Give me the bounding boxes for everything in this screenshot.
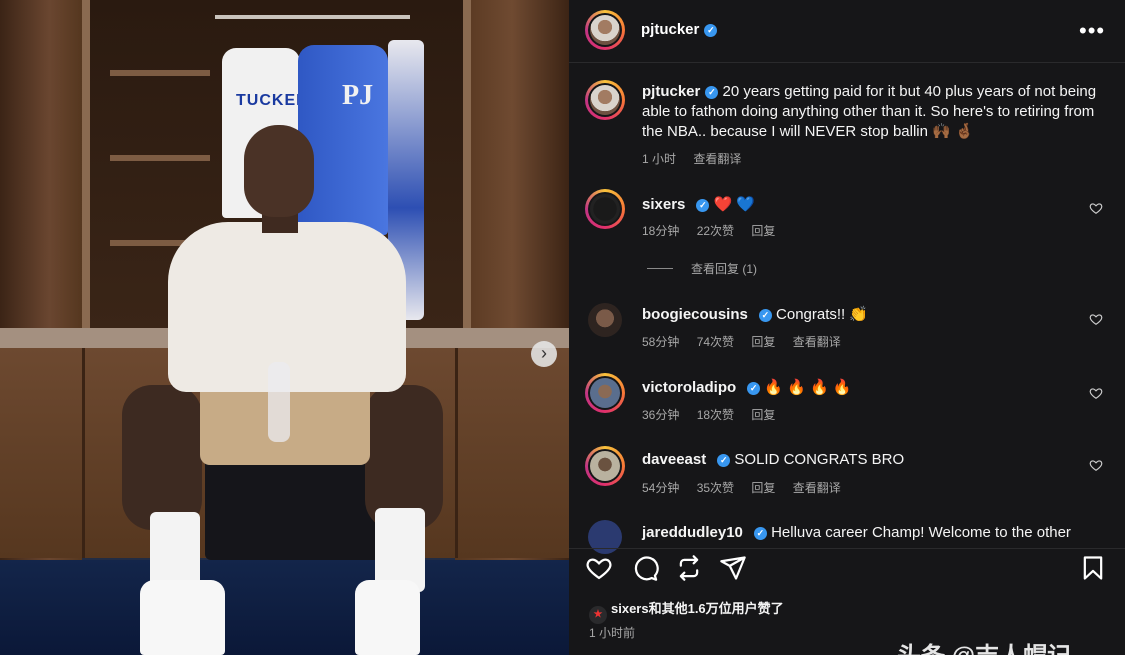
comment-victoroladipo: victoroladipo ✓ 🔥 🔥 🔥 🔥 — [642, 378, 852, 396]
comment-meta: 58分钟 74次赞 回复 查看翻译 — [642, 333, 855, 350]
caption: pjtucker ✓ 20 years getting paid for it b… — [642, 82, 1097, 142]
comment-avatar-victoroladipo[interactable] — [585, 373, 625, 413]
view-replies-link[interactable]: 查看回复 (1) — [647, 260, 757, 277]
heart-icon[interactable] — [585, 554, 613, 582]
jacket-letters: PJ — [342, 80, 374, 111]
comment-text: 🔥 🔥 🔥 🔥 — [764, 379, 852, 396]
translate-link[interactable]: 查看翻译 — [793, 481, 841, 495]
comment-daveeast: daveeast ✓ SOLID CONGRATS BRO — [642, 451, 904, 468]
comment-username[interactable]: sixers — [642, 196, 685, 213]
translate-link[interactable]: 查看翻译 — [693, 152, 741, 166]
likes-summary[interactable]: ★ sixers和其他1.6万位用户赞了 — [589, 598, 784, 624]
cabinet-seam — [455, 348, 458, 558]
verified-icon: ✓ — [696, 199, 710, 212]
share-icon[interactable] — [719, 554, 747, 582]
action-bar — [569, 548, 1125, 589]
comment-text: ❤️ 💙 — [713, 196, 756, 213]
comment-time: 36分钟 — [642, 408, 680, 422]
heart-icon[interactable] — [1089, 458, 1103, 472]
comment-text: Congrats!! 👏 — [776, 306, 869, 323]
floor — [0, 560, 569, 655]
right-shoe — [355, 580, 420, 655]
verified-icon: ✓ — [717, 454, 731, 467]
left-leg — [122, 385, 202, 530]
comment-likes[interactable]: 18次赞 — [697, 408, 734, 422]
head — [244, 125, 314, 217]
post-header: pjtucker ✓ ••• — [569, 0, 1125, 63]
chair — [205, 450, 380, 560]
sixers-mini-avatar: ★ — [589, 606, 607, 624]
post-photo: TUCKER PJ › — [0, 0, 569, 655]
comment-meta: 54分钟 35次赞 回复 查看翻译 — [642, 479, 855, 496]
reply-link[interactable]: 回复 — [751, 224, 775, 238]
repost-icon[interactable] — [675, 554, 703, 582]
translate-link[interactable]: 查看翻译 — [793, 335, 841, 349]
post-panel: pjtucker ✓ ••• pjtucker ✓ 20 years getting… — [569, 0, 1125, 655]
comment-avatar-boogiecousins[interactable] — [588, 303, 622, 337]
heart-icon[interactable] — [1089, 201, 1103, 215]
avatar[interactable] — [585, 10, 625, 50]
caption-meta: 1 小时 查看翻译 — [642, 150, 755, 167]
comment-username[interactable]: daveeast — [642, 451, 706, 468]
comment-time: 18分钟 — [642, 224, 680, 238]
reply-link[interactable]: 回复 — [751, 335, 775, 349]
comment-avatar-daveeast[interactable] — [585, 446, 625, 486]
reply-link[interactable]: 回复 — [751, 408, 775, 422]
comment-sixers: sixers ✓ ❤️ 💙 — [642, 195, 755, 213]
comment-likes[interactable]: 74次赞 — [697, 335, 734, 349]
verified-icon: ✓ — [747, 382, 761, 395]
header-username[interactable]: pjtucker ✓ — [641, 21, 718, 38]
verified-icon: ✓ — [753, 527, 767, 540]
verified-icon: ✓ — [705, 86, 719, 99]
watermark: 头条 @吉人帽记 — [897, 636, 1071, 655]
comment-time: 58分钟 — [642, 335, 680, 349]
chevron-right-icon: › — [541, 343, 547, 363]
locker-shelf — [110, 70, 210, 76]
comment-likes[interactable]: 22次赞 — [697, 224, 734, 238]
comment-username[interactable]: boogiecousins — [642, 306, 748, 323]
verified-icon: ✓ — [758, 309, 772, 322]
comment-time: 54分钟 — [642, 481, 680, 495]
caption-time: 1 小时 — [642, 152, 677, 166]
comment-username[interactable]: jareddudley10 — [642, 524, 743, 541]
comment-icon[interactable] — [631, 554, 659, 582]
water-bottle — [268, 362, 290, 442]
reply-link[interactable]: 回复 — [751, 481, 775, 495]
verified-icon: ✓ — [704, 24, 718, 37]
comment-likes[interactable]: 35次赞 — [697, 481, 734, 495]
comment-text: Helluva career Champ! Welcome to the oth… — [771, 524, 1071, 541]
cabinet-seam — [82, 348, 85, 558]
post-time: 1 小时前 — [589, 626, 636, 640]
heart-icon[interactable] — [1089, 386, 1103, 400]
caption-avatar[interactable] — [585, 80, 625, 120]
caption-username[interactable]: pjtucker — [642, 83, 700, 100]
comment-username[interactable]: victoroladipo — [642, 379, 736, 396]
more-options-icon[interactable]: ••• — [1079, 18, 1105, 44]
blue-jacket — [298, 45, 388, 235]
heart-icon[interactable] — [1089, 312, 1103, 326]
hanger-rod — [215, 15, 410, 19]
locker-shelf — [110, 155, 210, 161]
comment-boogiecousins: boogiecousins ✓ Congrats!! 👏 — [642, 305, 868, 323]
next-slide-button[interactable]: › — [531, 341, 557, 367]
left-shoe — [140, 580, 225, 655]
comment-meta: 36分钟 18次赞 回复 — [642, 406, 789, 423]
comment-jareddudley10: jareddudley10 ✓ Helluva career Champ! Wel… — [642, 524, 1071, 541]
comment-text: SOLID CONGRATS BRO — [734, 451, 905, 468]
comment-meta: 18分钟 22次赞 回复 — [642, 222, 789, 239]
bookmark-icon[interactable] — [1079, 554, 1107, 582]
comment-avatar-sixers[interactable] — [585, 189, 625, 229]
